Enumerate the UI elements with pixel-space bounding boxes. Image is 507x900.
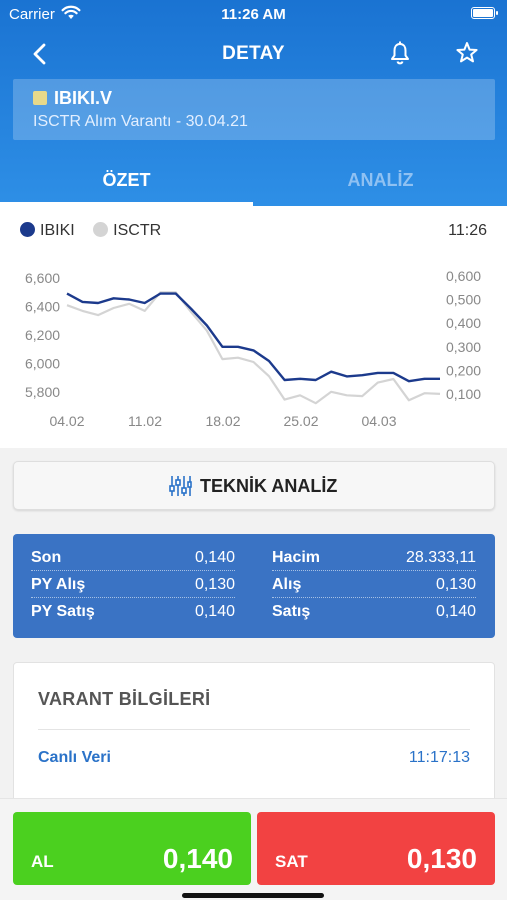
buy-button[interactable]: AL 0,140 — [13, 812, 251, 885]
x-axis-tick: 18.02 — [205, 413, 240, 429]
right-axis-tick: 0,100 — [446, 386, 481, 402]
instrument-description: ISCTR Alım Varantı - 30.04.21 — [33, 113, 248, 130]
stat-py-alis: PY Alış 0,130 — [31, 571, 235, 598]
left-axis-tick: 6,400 — [25, 299, 60, 315]
sell-button[interactable]: SAT 0,130 — [257, 812, 495, 885]
live-data-time: 11:17:13 — [408, 749, 470, 766]
technical-analysis-label: TEKNİK ANALİZ — [200, 476, 338, 496]
left-axis-tick: 6,600 — [25, 270, 60, 286]
buy-label: AL — [31, 852, 54, 871]
stat-satis: Satış 0,140 — [272, 598, 476, 625]
technical-analysis-button[interactable]: TEKNİK ANALİZ — [13, 461, 495, 510]
stat-value: 0,140 — [435, 603, 476, 620]
stat-alis: Alış 0,130 — [272, 571, 476, 598]
left-axis-tick: 5,800 — [25, 384, 60, 400]
right-axis-tick: 0,200 — [446, 363, 481, 379]
stat-label: Hacim — [272, 549, 321, 566]
stat-label: Son — [31, 549, 62, 566]
sell-label: SAT — [275, 852, 308, 871]
sell-price: 0,130 — [406, 843, 477, 874]
tab-analiz[interactable]: ANALİZ — [254, 160, 507, 206]
left-axis-tick: 6,200 — [25, 327, 60, 343]
nav-bar: DETAY — [0, 34, 507, 72]
tab-ozet[interactable]: ÖZET — [0, 160, 253, 206]
right-axis-tick: 0,400 — [446, 315, 481, 331]
page-title: DETAY — [222, 43, 285, 64]
right-axis-tick: 0,300 — [446, 339, 481, 355]
battery-icon — [471, 7, 498, 19]
star-icon[interactable] — [454, 40, 480, 66]
stat-value: 0,130 — [194, 576, 235, 593]
live-data-label: Canlı Veri — [38, 749, 111, 766]
stat-value: 0,140 — [194, 549, 235, 566]
left-axis-tick: 6,000 — [25, 355, 60, 371]
trade-bar: AL 0,140 SAT 0,130 — [0, 798, 507, 900]
right-axis-tick: 0,600 — [446, 268, 481, 284]
bell-icon[interactable] — [387, 40, 413, 66]
warrant-info-title: VARANT BİLGİLERİ — [38, 689, 211, 709]
price-chart-panel: IBIKI ISCTR 11:26 6,600 6,400 6,200 6,000 5,… — [0, 206, 507, 448]
instrument-card: IBIKI.V ISCTR Alım Varantı - 30.04.21 — [13, 79, 495, 140]
chevron-left-icon[interactable] — [26, 42, 54, 66]
stat-son: Son 0,140 — [31, 544, 235, 571]
sliders-icon — [169, 476, 192, 496]
header: Carrier 11:26 AM DETAY IBIKI.V ISCTR Alı… — [0, 0, 507, 206]
x-axis-tick: 04.03 — [361, 413, 396, 429]
stat-label: Alış — [272, 576, 302, 593]
stat-value: 0,140 — [194, 603, 235, 620]
tab-bar: ÖZET ANALİZ — [0, 160, 507, 206]
stat-value: 28.333,11 — [406, 549, 476, 566]
home-indicator — [182, 893, 324, 898]
status-time: 11:26 AM — [221, 6, 286, 23]
divider — [38, 729, 470, 730]
x-axis-tick: 04.02 — [49, 413, 84, 429]
status-bar: Carrier 11:26 AM — [0, 4, 507, 24]
right-axis-tick: 0,500 — [446, 292, 481, 308]
stat-value: 0,130 — [435, 576, 476, 593]
stat-label: Satış — [272, 603, 311, 620]
series-line-ibiki — [66, 292, 440, 383]
instrument-symbol: IBIKI.V — [54, 88, 113, 108]
x-axis-tick: 25.02 — [283, 413, 318, 429]
stats-panel: Son 0,140 Hacim 28.333,11 PY Alış 0,130 … — [13, 534, 495, 638]
stat-py-satis: PY Satış 0,140 — [31, 598, 235, 625]
instrument-color-swatch — [33, 91, 47, 105]
series-line-isctr — [66, 291, 441, 405]
stat-label: PY Satış — [31, 603, 95, 620]
buy-price: 0,140 — [162, 843, 233, 874]
stat-label: PY Alış — [31, 576, 86, 593]
line-chart: 6,600 6,400 6,200 6,000 5,800 0,600 0,500 0,400… — [25, 268, 481, 429]
stat-hacim: Hacim 28.333,11 — [272, 544, 476, 571]
x-axis-tick: 11.02 — [128, 413, 162, 429]
